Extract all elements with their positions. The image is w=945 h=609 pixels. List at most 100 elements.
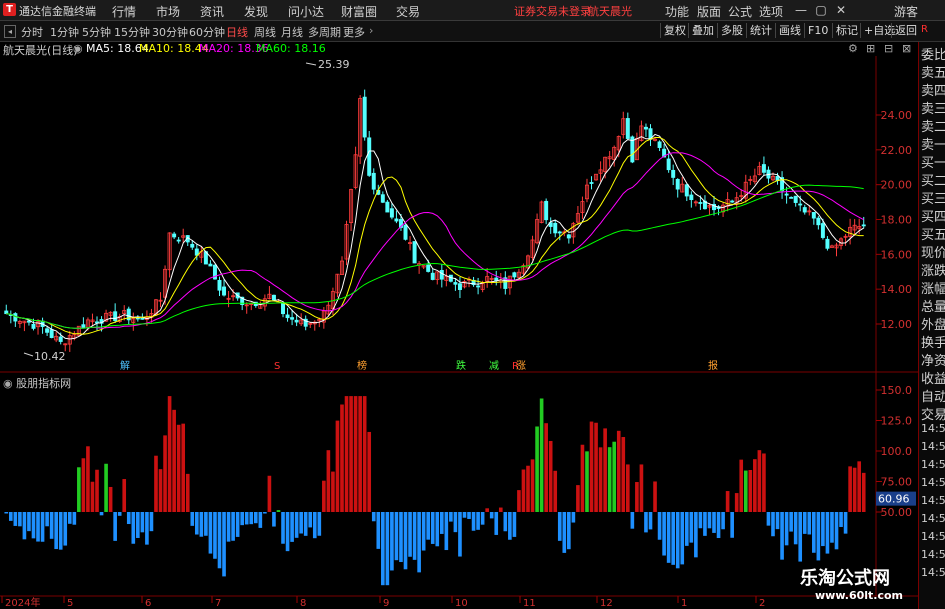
indicator-bar — [18, 512, 22, 527]
indicator-bar — [367, 431, 372, 512]
quote-panel-item[interactable]: 换手 — [921, 332, 945, 351]
kline-chart[interactable]: 24.00 22.00 20.00 18.00 16.00 14.00 12.00 解 S 榜 跌… — [0, 0, 918, 609]
quote-panel-item[interactable]: 自动 — [921, 386, 945, 405]
candle-body — [512, 272, 517, 278]
quote-panel-item[interactable]: 涨跌 — [921, 260, 945, 279]
indicator-name: 股朋指标网 — [16, 377, 72, 390]
quote-panel-item[interactable]: 买四 — [921, 206, 945, 225]
indicator-bar — [72, 512, 77, 525]
indicator-bar — [793, 512, 798, 545]
indicator-bar — [830, 512, 834, 543]
indicator-bar — [612, 441, 617, 512]
indicator-axis-label: 150.0 — [881, 384, 913, 397]
quote-panel-item[interactable]: 卖五 — [921, 62, 945, 81]
date-axis-label: 2024年 — [5, 596, 40, 609]
quote-panel-item[interactable]: 14:56 — [921, 440, 945, 453]
candle-body — [811, 212, 816, 219]
quote-panel-item[interactable]: 14:56 — [921, 422, 945, 435]
quote-panel-item[interactable]: 14:56 — [921, 476, 945, 489]
indicator-bar — [317, 512, 322, 536]
quote-panel-item[interactable]: 14:56 — [921, 458, 945, 471]
candle-body — [798, 203, 803, 206]
indicator-bar — [689, 512, 694, 543]
date-axis-label: 2 — [759, 598, 765, 609]
indicator-bar — [635, 482, 639, 512]
quote-panel-item[interactable]: 买五 — [921, 224, 945, 243]
ma60-line — [6, 184, 864, 329]
quote-panel-item[interactable]: 委比 — [921, 44, 945, 63]
quote-panel-item[interactable]: 买三 — [921, 188, 945, 207]
quote-panel-item[interactable]: 卖二 — [921, 116, 945, 135]
indicator-bar — [285, 512, 290, 552]
indicator-bar — [322, 480, 326, 512]
indicator-bar — [399, 512, 403, 563]
price-axis-label: 18.00 — [881, 214, 913, 227]
indicator-bar — [4, 512, 9, 514]
indicator-bar — [240, 512, 244, 526]
quote-panel-item[interactable]: 14:56 — [921, 512, 945, 525]
indicator-settings-icon[interactable]: ◉ — [3, 377, 13, 390]
quote-panel-item[interactable]: 买二 — [921, 170, 945, 189]
indicator-bar — [267, 475, 272, 512]
price-axis-label: 24.00 — [881, 109, 913, 122]
indicator-bar — [235, 512, 240, 537]
indicator-bar — [412, 512, 417, 560]
quote-panel-item[interactable]: 14:56 — [921, 494, 945, 507]
quote-panel-item[interactable]: 交易 — [921, 404, 945, 423]
indicator-bar — [471, 512, 476, 531]
indicator-bar — [684, 512, 689, 546]
watermark-url: www.60lt.com — [815, 589, 904, 602]
date-axis-label: 9 — [383, 598, 389, 609]
candle-body — [58, 336, 63, 342]
indicator-bar — [458, 512, 462, 557]
quote-panel-item[interactable]: 净资 — [921, 350, 945, 369]
indicator-bar — [439, 512, 444, 534]
candle-body — [784, 193, 789, 196]
quote-panel-item[interactable]: 收益 — [921, 368, 945, 387]
quote-panel-item[interactable]: 14:56 — [921, 548, 945, 561]
date-axis-label: 11 — [523, 598, 536, 609]
indicator-bar — [526, 465, 530, 512]
candle-body — [4, 310, 9, 315]
quote-panel-item[interactable]: 现价 — [921, 242, 945, 261]
indicator-bar — [802, 512, 807, 534]
indicator-bar — [821, 512, 825, 547]
indicator-bar — [145, 512, 149, 545]
ma10-line — [6, 137, 864, 335]
indicator-bar — [798, 512, 803, 562]
high-price-label: 25.39 — [318, 58, 350, 71]
indicator-bar — [77, 467, 81, 512]
quote-panel-item[interactable]: 卖一 — [921, 134, 945, 153]
quote-panel-item[interactable]: 卖三 — [921, 98, 945, 117]
candle-body — [172, 233, 177, 238]
ma5-line — [6, 133, 864, 340]
indicator-bar — [548, 440, 553, 512]
candle-body — [761, 164, 766, 173]
indicator-bar — [417, 512, 421, 573]
candle-body — [457, 283, 462, 291]
quote-panel-item[interactable]: 买一 — [921, 152, 945, 171]
quote-panel-item[interactable]: 14:56 — [921, 530, 945, 543]
quote-panel-item[interactable]: 14:56 — [921, 566, 945, 579]
quote-panel-item[interactable]: 总量 — [921, 296, 945, 315]
indicator-bar — [213, 512, 217, 559]
indicator-bar — [426, 512, 431, 540]
indicator-bar — [430, 512, 435, 544]
quote-panel-item[interactable]: 外盘 — [921, 314, 945, 333]
candle-body — [557, 231, 562, 234]
indicator-bar — [716, 512, 721, 539]
quote-panel-item[interactable]: 卖四 — [921, 80, 945, 99]
indicator-bar — [444, 512, 449, 551]
candle-body — [544, 200, 549, 221]
indicator-bar — [725, 491, 730, 512]
high-price-pointer — [305, 62, 317, 66]
candle-body — [625, 118, 630, 139]
indicator-bar — [276, 510, 281, 512]
indicator-bar — [344, 396, 349, 512]
indicator-bar — [117, 512, 122, 516]
indicator-bar — [217, 512, 222, 569]
indicator-bar — [571, 512, 576, 523]
indicator-bar — [331, 471, 335, 512]
indicator-bar — [753, 459, 757, 512]
quote-panel-item[interactable]: 涨幅 — [921, 278, 945, 297]
